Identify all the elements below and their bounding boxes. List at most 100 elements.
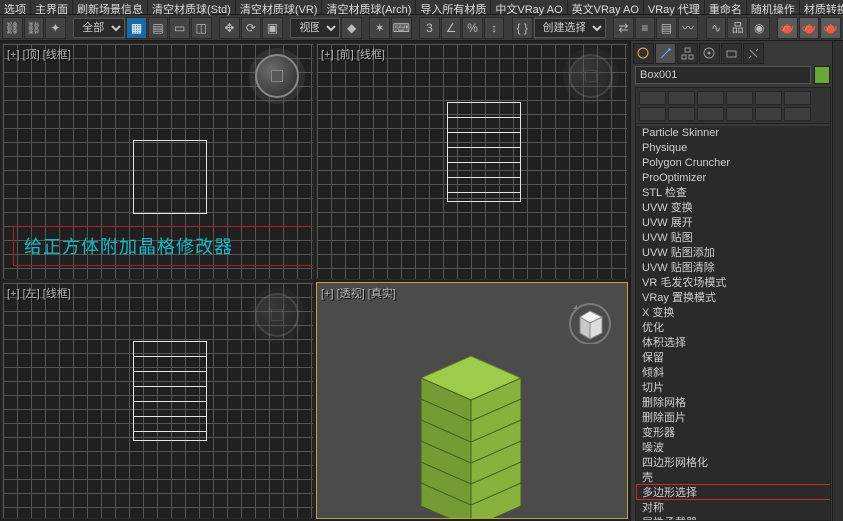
modifier-item[interactable]: 变形器	[636, 426, 830, 441]
mod-set-btn[interactable]	[697, 91, 724, 105]
modifier-item[interactable]: 切片	[636, 381, 830, 396]
modifier-item[interactable]: UVW 贴图	[636, 231, 830, 246]
menu-item[interactable]: 中文VRay AO	[491, 0, 567, 14]
layers-icon[interactable]: ▤	[656, 17, 677, 39]
viewcube-icon[interactable]	[255, 293, 299, 337]
modifier-item[interactable]: UVW 贴图清除	[636, 261, 830, 276]
modifier-item[interactable]: Polygon Cruncher	[636, 156, 830, 171]
modifier-item[interactable]: 属性承载器	[636, 516, 830, 520]
menu-item[interactable]: 清空材质球(VR)	[236, 0, 323, 14]
render-icon[interactable]: 🫖	[820, 17, 841, 39]
viewport-front[interactable]: [+] [前] [线框]	[316, 43, 628, 280]
modifier-item[interactable]: UVW 变换	[636, 201, 830, 216]
object-name-input[interactable]	[635, 66, 811, 84]
menu-item[interactable]: 刷新场景信息	[73, 0, 148, 14]
menu-item[interactable]: 主界面	[31, 0, 73, 14]
modifier-item[interactable]: 多边形选择	[636, 486, 830, 501]
mod-set-btn[interactable]	[668, 107, 695, 121]
viewport-top[interactable]: [+] [顶] [线框] 给正方体附加晶格修改器	[2, 43, 314, 280]
angle-snap-icon[interactable]: ∠	[441, 17, 462, 39]
mod-set-btn[interactable]	[726, 91, 753, 105]
utilities-tab-icon[interactable]	[743, 43, 764, 64]
scale-icon[interactable]: ▣	[262, 17, 283, 39]
viewcube-icon[interactable]	[569, 54, 613, 98]
modifier-item[interactable]: UVW 展开	[636, 216, 830, 231]
viewport-left[interactable]: [+] [左] [线框]	[2, 282, 314, 519]
move-icon[interactable]: ✥	[219, 17, 240, 39]
modifier-item[interactable]: Physique	[636, 141, 830, 156]
modifier-item[interactable]: Particle Skinner	[636, 126, 830, 141]
menu-item[interactable]: 重命名	[705, 0, 747, 14]
modifier-list[interactable]: Particle SkinnerPhysiquePolygon Cruncher…	[636, 126, 830, 520]
mod-set-btn[interactable]	[755, 107, 782, 121]
mod-set-btn[interactable]	[784, 107, 811, 121]
modifier-item[interactable]: 倾斜	[636, 366, 830, 381]
keyboard-icon[interactable]: ⌨	[391, 17, 412, 39]
named-selection[interactable]: 创建选择集	[534, 18, 606, 38]
menu-item[interactable]: 导入所有材质	[416, 0, 491, 14]
named-set-icon[interactable]: { }	[512, 17, 533, 39]
modifier-item[interactable]: 噪波	[636, 441, 830, 456]
modifier-item[interactable]: UVW 贴图添加	[636, 246, 830, 261]
modifier-item[interactable]: VR 毛发农场模式	[636, 276, 830, 291]
modifier-item[interactable]: 四边形网格化	[636, 456, 830, 471]
object-color-swatch[interactable]	[814, 66, 830, 84]
mod-set-btn[interactable]	[668, 91, 695, 105]
modifier-item[interactable]: VRay 置换模式	[636, 291, 830, 306]
modify-tab-icon[interactable]	[655, 43, 676, 64]
mod-set-btn[interactable]	[755, 91, 782, 105]
menu-item[interactable]: 随机操作	[747, 0, 800, 14]
spinner-snap-icon[interactable]: ↕	[484, 17, 505, 39]
mod-set-btn[interactable]	[639, 107, 666, 121]
create-tab-icon[interactable]	[633, 43, 654, 64]
menu-item[interactable]: 英文VRay AO	[568, 0, 644, 14]
modifier-item[interactable]: ProOptimizer	[636, 171, 830, 186]
mod-set-btn[interactable]	[639, 91, 666, 105]
modifier-item[interactable]: X 变换	[636, 306, 830, 321]
modifier-item[interactable]: 对称	[636, 501, 830, 516]
modifier-item[interactable]: STL 检查	[636, 186, 830, 201]
hierarchy-tab-icon[interactable]	[677, 43, 698, 64]
schematic-icon[interactable]: 品	[727, 17, 748, 39]
selection-filter[interactable]: 全部	[73, 18, 125, 38]
curve-editor-icon[interactable]: ∿	[706, 17, 727, 39]
bind-icon[interactable]: ✦	[45, 17, 66, 39]
viewport-perspective[interactable]: [+] [透视] [真实]	[316, 282, 628, 519]
select-icon[interactable]: ▦	[126, 17, 147, 39]
link-icon[interactable]: ⛓	[2, 17, 23, 39]
modifier-item[interactable]: 保留	[636, 351, 830, 366]
mod-set-btn[interactable]	[697, 107, 724, 121]
render-setup-icon[interactable]: 🫖	[777, 17, 798, 39]
render-frame-icon[interactable]: 🫖	[799, 17, 820, 39]
mod-set-btn[interactable]	[784, 91, 811, 105]
rotate-icon[interactable]: ⟳	[241, 17, 262, 39]
select-name-icon[interactable]: ▤	[148, 17, 169, 39]
menu-item[interactable]: 材质转换	[800, 0, 843, 14]
menu-item[interactable]: 清空材质球(Arch)	[322, 0, 416, 14]
manip-icon[interactable]: ✶	[369, 17, 390, 39]
menu-item[interactable]: 选项	[0, 0, 31, 14]
ref-coord[interactable]: 视图	[290, 18, 340, 38]
snap-toggle-icon[interactable]: 3	[419, 17, 440, 39]
pivot-icon[interactable]: ◆	[341, 17, 362, 39]
rect-select-icon[interactable]: ▭	[169, 17, 190, 39]
panel-scroll-strip[interactable]	[832, 41, 843, 521]
modifier-item[interactable]: 删除面片	[636, 411, 830, 426]
mod-set-btn[interactable]	[726, 107, 753, 121]
modifier-item[interactable]: 删除网格	[636, 396, 830, 411]
modifier-item[interactable]: 优化	[636, 321, 830, 336]
display-tab-icon[interactable]	[721, 43, 742, 64]
material-editor-icon[interactable]: ◉	[749, 17, 770, 39]
percent-snap-icon[interactable]: %	[462, 17, 483, 39]
window-cross-icon[interactable]: ◫	[191, 17, 212, 39]
motion-tab-icon[interactable]	[699, 43, 720, 64]
modifier-item[interactable]: 壳	[636, 471, 830, 486]
menu-item[interactable]: 清空材质球(Std)	[148, 0, 236, 14]
align-icon[interactable]: ≡	[635, 17, 656, 39]
menu-item[interactable]: VRay 代理	[644, 0, 705, 14]
viewcube-icon[interactable]	[255, 54, 299, 98]
viewcube-icon[interactable]	[568, 299, 613, 344]
unlink-icon[interactable]: ⛓	[24, 17, 45, 39]
graph-icon[interactable]: 〰	[678, 17, 699, 39]
mirror-icon[interactable]: ⇄	[613, 17, 634, 39]
